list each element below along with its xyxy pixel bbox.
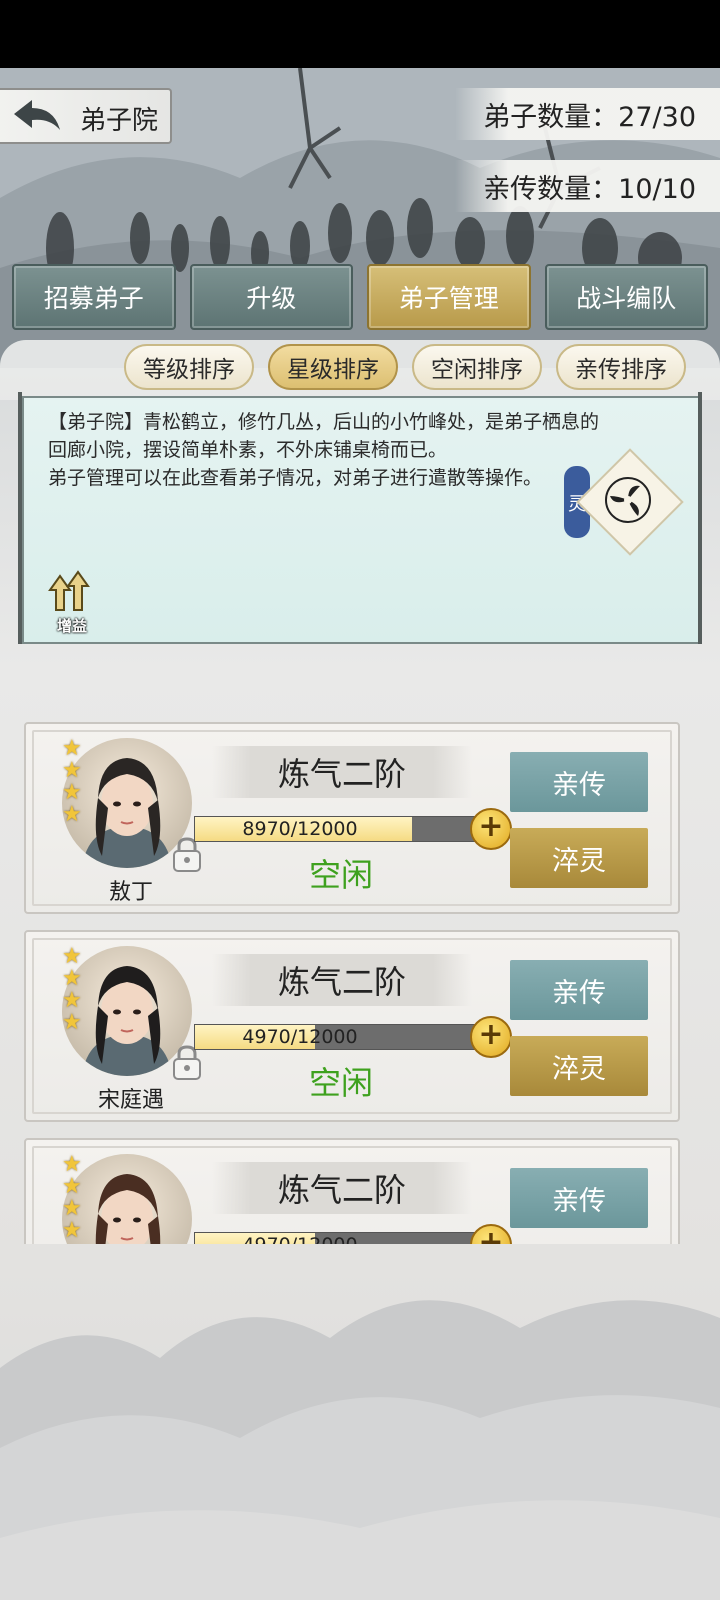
disciple-card[interactable]: ★★★★ 清月 炼气二阶 4970/12000 + 空闲 亲传 淬灵 xyxy=(24,1138,680,1244)
description-panel: 【弟子院】青松鹤立，修竹几丛，后山的小竹峰处，是弟子栖息的 回廊小院，摆设简单朴… xyxy=(22,396,702,644)
star-icon: ★ xyxy=(62,966,82,991)
star-icon: ★ xyxy=(62,1010,82,1035)
exp-text: 8970/12000 xyxy=(242,818,358,840)
description-line-1: 【弟子院】青松鹤立，修竹几丛，后山的小竹峰处，是弟子栖息的 xyxy=(48,411,600,433)
cultivation-rank: 炼气二阶 xyxy=(212,1162,472,1214)
star-icon: ★ xyxy=(62,1196,82,1221)
status-text: 空闲 xyxy=(308,1064,373,1102)
scroll-rod-right xyxy=(698,392,702,644)
spirit-seal[interactable]: 灵 xyxy=(564,448,684,566)
buff-button[interactable]: 增益 xyxy=(46,570,98,636)
mountain-background xyxy=(0,1300,720,1600)
back-arrow-icon xyxy=(14,100,60,130)
exp-text: 4970/12000 xyxy=(242,1026,358,1048)
main-tabs: 招募弟子 升级 弟子管理 战斗编队 xyxy=(12,264,708,330)
sort-buttons: 等级排序 星级排序 空闲排序 亲传排序 xyxy=(124,344,686,390)
tab-disciple-management[interactable]: 弟子管理 xyxy=(367,264,531,330)
star-icon: ★ xyxy=(62,944,82,969)
tab-recruit[interactable]: 招募弟子 xyxy=(12,264,176,330)
buff-label: 增益 xyxy=(56,617,87,635)
cultivation-rank: 炼气二阶 xyxy=(212,746,472,798)
sort-by-level-button[interactable]: 等级排序 xyxy=(124,344,254,390)
sort-by-direct-button[interactable]: 亲传排序 xyxy=(556,344,686,390)
star-icon: ★ xyxy=(62,1152,82,1177)
disciple-name: 宋庭遇 xyxy=(97,1088,164,1113)
disciple-count: 弟子数量：27/30 xyxy=(455,88,720,140)
exp-text: 4970/12000 xyxy=(195,1233,405,1244)
star-icon: ★ xyxy=(62,802,82,827)
star-icon: ★ xyxy=(62,988,82,1013)
star-rating: ★ ★ ★ ★ xyxy=(62,946,88,1034)
add-exp-button[interactable]: + xyxy=(470,1016,512,1058)
direct-disciple-button[interactable]: 亲传 xyxy=(510,1168,648,1228)
star-icon: ★ xyxy=(62,736,82,761)
status-text: 空闲 xyxy=(308,856,373,894)
triskelion-icon xyxy=(605,477,651,523)
star-icon: ★ xyxy=(62,758,82,783)
cultivation-rank: 炼气二阶 xyxy=(212,954,472,1006)
star-icon: ★ xyxy=(62,1174,82,1199)
refine-spirit-button[interactable]: 淬灵 xyxy=(510,828,648,888)
disciple-card[interactable]: ★ ★ ★ ★ 敖丁 炼气二阶 8970/12000 + 空闲 亲传 淬灵 xyxy=(24,722,680,914)
disciple-card[interactable]: ★ ★ ★ ★ 宋庭遇 炼气二阶 4970/12000 + 空闲 亲传 淬灵 xyxy=(24,930,680,1122)
tab-upgrade[interactable]: 升级 xyxy=(189,264,353,330)
exp-bar: 4970/12000 xyxy=(194,1024,486,1050)
refine-spirit-button[interactable]: 淬灵 xyxy=(510,1036,648,1096)
tab-battle-formation[interactable]: 战斗编队 xyxy=(544,264,708,330)
star-rating: ★ ★ ★ ★ xyxy=(62,1154,88,1242)
sort-by-idle-button[interactable]: 空闲排序 xyxy=(412,344,542,390)
direct-disciple-button[interactable]: 亲传 xyxy=(510,752,648,812)
disciple-name: 敖丁 xyxy=(108,880,153,905)
page-title: 弟子院 xyxy=(80,106,159,136)
disciple-list[interactable]: ★★★★ 王富贵 炼气二阶 + 空闲 亲传 淬灵 xyxy=(24,584,696,1244)
direct-disciple-count: 亲传数量：10/10 xyxy=(455,160,720,212)
add-exp-button[interactable]: + xyxy=(470,808,512,850)
buff-arrows-icon xyxy=(48,570,90,611)
back-button[interactable]: 弟子院 xyxy=(0,88,172,144)
star-icon: ★ xyxy=(62,1218,82,1243)
exp-bar: 4970/12000 xyxy=(194,1232,486,1244)
description-scroll: 【弟子院】青松鹤立，修竹几丛，后山的小竹峰处，是弟子栖息的 回廊小院，摆设简单朴… xyxy=(16,392,704,648)
game-screen: 弟子院 弟子数量：27/30 亲传数量：10/10 招募弟子 升级 弟子管理 战… xyxy=(0,68,720,1600)
star-icon: ★ xyxy=(62,780,82,805)
star-rating: ★ ★ ★ ★ xyxy=(62,738,88,826)
exp-bar: 8970/12000 xyxy=(194,816,486,842)
direct-disciple-button[interactable]: 亲传 xyxy=(510,960,648,1020)
sort-by-star-button[interactable]: 星级排序 xyxy=(268,344,398,390)
